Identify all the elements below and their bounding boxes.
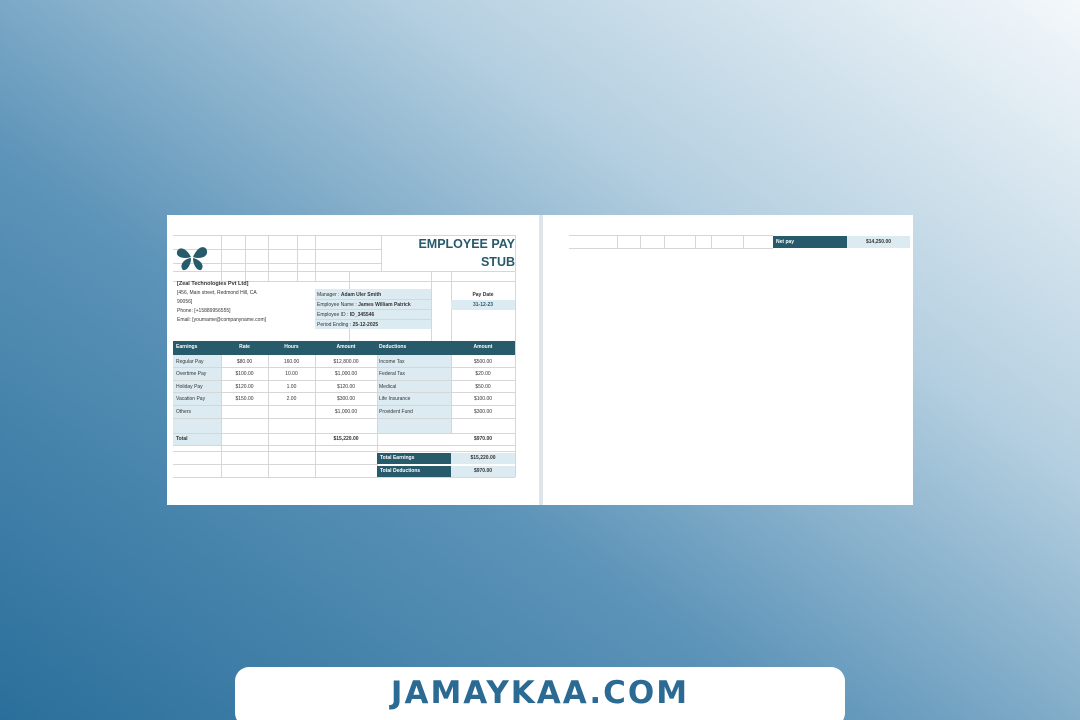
earning-rate: $120.00 <box>235 384 254 390</box>
employee-name-value: James William Patrick <box>358 302 411 308</box>
deduction-amount: $50.00 <box>475 384 491 390</box>
net-pay-label: Net pay <box>776 239 795 245</box>
brand-banner: JAMAYKAA.COM <box>235 667 845 720</box>
deduction-amount: $20.00 <box>475 371 491 377</box>
earning-hours: 1.00 <box>286 384 297 390</box>
deduction-amount: $100.00 <box>473 396 493 402</box>
deduction-amount: $300.00 <box>473 409 493 415</box>
pay-stub-sheet-page-2: Net pay $14,250.00 <box>543 215 913 505</box>
manager-value: Adam Uler Smith <box>340 292 382 298</box>
earning-hours: 10.00 <box>285 371 298 377</box>
total-earnings-amount: $15,220.00 <box>333 436 359 442</box>
deduction-name: Provident Fund <box>379 409 413 415</box>
gridline <box>173 271 515 272</box>
manager-field: Manager : Adam Uler Smith <box>317 290 381 300</box>
gridline <box>221 235 222 281</box>
pay-date-value: 31-12-23 <box>472 302 493 308</box>
total-label: Total <box>176 436 188 442</box>
pay-stub-sheet-page-1: EMPLOYEE PAY STUB [Zeal Technologies Pvt… <box>167 215 539 505</box>
title-line-2: STUB <box>480 255 515 269</box>
manager-label: Manager : <box>317 292 340 298</box>
period-ending-value: 25-12-2025 <box>352 322 379 328</box>
amount-header: Amount <box>336 344 356 350</box>
gridline <box>431 271 432 341</box>
earning-rate: $80.00 <box>236 359 253 365</box>
earning-name: Vacation Pay <box>176 396 206 402</box>
employee-name-label: Employee Name : <box>317 302 357 308</box>
total-deductions-value: $970.00 <box>473 468 493 474</box>
earning-name: Holiday Pay <box>176 384 203 390</box>
earning-amount: $12,800.00 <box>333 359 359 365</box>
deductions-header: Deductions <box>379 344 407 350</box>
earning-rate: $150.00 <box>235 396 254 402</box>
earning-name: Overtime Pay <box>176 371 207 377</box>
gridline <box>695 235 696 248</box>
gridline <box>297 235 298 281</box>
gridline <box>640 235 641 248</box>
gridline <box>173 451 515 452</box>
gridline <box>315 235 316 281</box>
earning-amount: $1,000.00 <box>334 371 358 377</box>
earning-name: Regular Pay <box>176 359 204 365</box>
gridline <box>515 235 516 477</box>
earning-hours: 160.00 <box>283 359 300 365</box>
gridline <box>664 235 665 248</box>
rate-header: Rate <box>239 344 250 350</box>
net-pay-value: $14,250.00 <box>865 239 892 245</box>
butterfly-leaf-logo <box>176 247 208 271</box>
gridline <box>173 418 515 419</box>
total-deductions-amount: $970.00 <box>473 436 493 442</box>
deduction-name: Federal Tax <box>379 371 406 377</box>
period-ending-label: Period Ending : <box>317 322 352 328</box>
deduction-name: Life Insurance <box>379 396 411 402</box>
document-title: EMPLOYEE PAY STUB <box>381 235 515 271</box>
deduction-name: Medical <box>379 384 397 390</box>
gridline <box>711 235 712 248</box>
hours-header: Hours <box>284 344 299 350</box>
gridline <box>173 477 515 478</box>
total-earnings-label: Total Earnings <box>380 455 415 461</box>
employee-id-value: ID_345546 <box>349 312 375 318</box>
gridline <box>173 464 377 465</box>
earning-hours: 2.00 <box>286 396 297 402</box>
total-earnings-value: $15,220.00 <box>470 455 496 461</box>
gridline <box>173 445 515 446</box>
pay-date-label: Pay Date <box>472 292 494 298</box>
gridline <box>245 235 246 281</box>
earnings-header: Earnings <box>176 344 198 350</box>
earning-amount: $300.00 <box>336 396 356 402</box>
earning-name: Others <box>176 409 192 415</box>
gridline <box>617 235 618 248</box>
company-email: Email: [yourname@companyname.com] <box>177 317 266 323</box>
gridline <box>743 235 744 248</box>
employee-name-field: Employee Name : James William Patrick <box>317 300 411 310</box>
brand-text: JAMAYKAA.COM <box>390 675 690 711</box>
period-ending-field: Period Ending : 25-12-2025 <box>317 320 378 330</box>
employee-id-field: Employee ID : ID_345546 <box>317 310 374 320</box>
earning-amount: $1,000.00 <box>334 409 358 415</box>
gridline <box>268 235 269 281</box>
deduction-amount: $500.00 <box>473 359 493 365</box>
earning-rate: $100.00 <box>235 371 254 377</box>
deductions-amount-header: Amount <box>473 344 493 350</box>
gridline <box>569 248 773 249</box>
earning-amount: $120.00 <box>336 384 356 390</box>
total-deductions-label: Total Deductions <box>380 468 421 474</box>
deduction-name: Income Tax <box>379 359 405 365</box>
employee-id-label: Employee ID : <box>317 312 349 318</box>
title-line-1: EMPLOYEE PAY <box>418 237 515 251</box>
